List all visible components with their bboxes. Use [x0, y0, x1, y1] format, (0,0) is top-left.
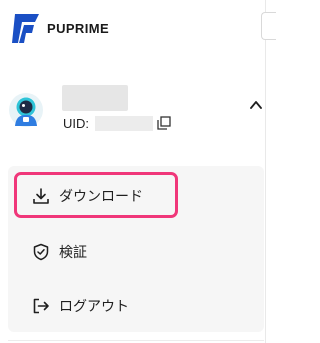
- uid-label: UID:: [63, 115, 89, 131]
- uid-row: UID:: [63, 114, 171, 132]
- menu-item-logout[interactable]: ログアウト: [8, 285, 264, 327]
- user-name-redacted: [62, 85, 128, 111]
- menu-item-label: ダウンロード: [59, 189, 143, 205]
- menu-item-label: 検証: [59, 245, 87, 261]
- sidebar-right-border: [265, 0, 266, 343]
- uid-value-redacted: [95, 115, 153, 131]
- sidebar-collapse-button[interactable]: [261, 12, 276, 40]
- puprime-logo-icon: [12, 14, 39, 43]
- download-icon: [33, 188, 49, 204]
- menu-item-verify[interactable]: 検証: [8, 231, 264, 273]
- shield-check-icon: [33, 243, 49, 261]
- brand-name: PUPRIME: [47, 21, 110, 36]
- astronaut-avatar: [9, 93, 43, 127]
- copy-icon[interactable]: [157, 116, 171, 130]
- menu-item-label: ログアウト: [59, 299, 129, 315]
- account-menu: ダウンロード 検証 ログアウト: [8, 166, 264, 332]
- brand-logo[interactable]: PUPRIME: [12, 12, 109, 45]
- chevron-up-icon[interactable]: [248, 98, 264, 112]
- divider: [8, 340, 264, 341]
- menu-item-download[interactable]: ダウンロード: [8, 175, 264, 217]
- logout-icon: [33, 298, 49, 314]
